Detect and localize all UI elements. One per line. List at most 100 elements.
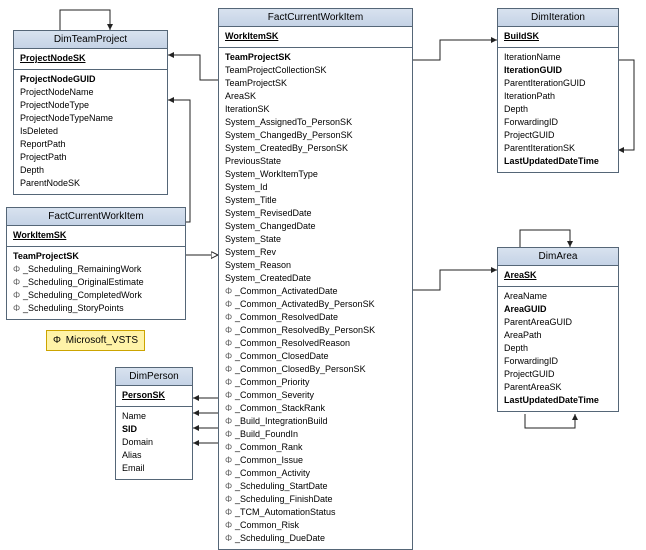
phi-icon: Φ [13,263,23,276]
field: Domain [122,436,186,449]
field-name: ParentIterationSK [504,143,575,153]
field-name: LastUpdatedDateTime [504,395,599,405]
field: Name [122,410,186,423]
field: Φ_Scheduling_CompletedWork [13,289,179,302]
field: Depth [20,164,161,177]
field-name: ProjectNodeTypeName [20,113,113,123]
field: ReportPath [20,138,161,151]
field-name: Email [122,463,145,473]
field: System_Rev [225,246,406,259]
field: TeamProjectSK [225,77,406,90]
field: ProjectGUID [504,368,612,381]
field: System_AssignedTo_PersonSK [225,116,406,129]
field: Φ_Scheduling_StartDate [225,480,406,493]
field: Φ_Common_Priority [225,376,406,389]
field: Φ_Build_IntegrationBuild [225,415,406,428]
pk-section: AreaSK [498,266,618,287]
field-name: ParentIterationGUID [504,78,586,88]
field-name: ParentAreaGUID [504,317,572,327]
phi-icon: Φ [225,441,235,454]
field-name: SID [122,424,137,434]
fields-section: AreaNameAreaGUIDParentAreaGUIDAreaPathDe… [498,287,618,411]
field: System_ChangedDate [225,220,406,233]
field: AreaSK [225,90,406,103]
field-name: Depth [20,165,44,175]
field: Φ_Common_StackRank [225,402,406,415]
field-name: Domain [122,437,153,447]
field: Φ_Common_Risk [225,519,406,532]
field: Φ_Common_Severity [225,389,406,402]
field-name: AreaName [504,291,547,301]
field-name: _Build_FoundIn [235,429,298,439]
entity-dim-area: DimArea AreaSK AreaNameAreaGUIDParentAre… [497,247,619,412]
phi-icon: Φ [225,298,235,311]
fields-section: TeamProjectSKΦ_Scheduling_RemainingWorkΦ… [7,247,185,319]
fields-section: IterationNameIterationGUIDParentIteratio… [498,48,618,172]
field-name: ParentNodeSK [20,178,80,188]
field: Φ_Build_FoundIn [225,428,406,441]
field-name: ParentAreaSK [504,382,562,392]
phi-icon: Φ [13,289,23,302]
er-diagram: DimTeamProject ProjectNodeSK ProjectNode… [0,0,646,540]
field: LastUpdatedDateTime [504,394,612,407]
field: System_ChangedBy_PersonSK [225,129,406,142]
field: Φ_Common_ActivatedDate [225,285,406,298]
field: LastUpdatedDateTime [504,155,612,168]
field: Φ_Common_ClosedDate [225,350,406,363]
pk-field: ProjectNodeSK [20,52,161,65]
field: AreaName [504,290,612,303]
field-name: System_WorkItemType [225,169,318,179]
field-name: System_CreatedDate [225,273,311,283]
field-name: ProjectGUID [504,369,555,379]
field: Φ_Common_ResolvedReason [225,337,406,350]
field-name: _Common_ClosedBy_PersonSK [235,364,366,374]
field-name: _Common_ClosedDate [235,351,329,361]
field-name: _Common_ResolvedBy_PersonSK [235,325,375,335]
phi-symbol: Φ [53,335,63,346]
field-name: System_ChangedBy_PersonSK [225,130,353,140]
field: ForwardingID [504,355,612,368]
field-name: _Common_Priority [235,377,310,387]
pk-field: WorkItemSK [13,229,179,242]
pk-section: ProjectNodeSK [14,49,167,70]
phi-icon: Φ [225,454,235,467]
field-name: _Common_ResolvedReason [235,338,350,348]
field-name: System_Reason [225,260,291,270]
pk-field: AreaSK [504,269,612,282]
field: IsDeleted [20,125,161,138]
entity-header: DimArea [498,248,618,266]
phi-icon: Φ [225,324,235,337]
field: System_CreatedBy_PersonSK [225,142,406,155]
phi-icon: Φ [225,285,235,298]
pk-section: WorkItemSK [7,226,185,247]
field: Φ_Scheduling_FinishDate [225,493,406,506]
field-name: ProjectPath [20,152,67,162]
field: AreaPath [504,329,612,342]
field: System_CreatedDate [225,272,406,285]
field-name: Name [122,411,146,421]
phi-icon: Φ [225,493,235,506]
field-name: _Build_IntegrationBuild [235,416,328,426]
entity-dim-person: DimPerson PersonSK NameSIDDomainAliasEma… [115,367,193,480]
field-name: AreaSK [225,91,256,101]
field: Φ_Scheduling_OriginalEstimate [13,276,179,289]
phi-icon: Φ [13,302,23,315]
field-name: _Common_Rank [235,442,303,452]
field: Φ_Common_ResolvedDate [225,311,406,324]
phi-icon: Φ [225,402,235,415]
field: Φ_Common_ClosedBy_PersonSK [225,363,406,376]
phi-icon: Φ [225,506,235,519]
field: Φ_Scheduling_RemainingWork [13,263,179,276]
fields-section: ProjectNodeGUIDProjectNodeNameProjectNod… [14,70,167,194]
phi-icon: Φ [225,532,235,545]
field-name: IterationGUID [504,65,562,75]
field: Alias [122,449,186,462]
field: Φ_Scheduling_DueDate [225,532,406,545]
field: IterationPath [504,90,612,103]
entity-header: FactCurrentWorkItem [219,9,412,27]
field: TeamProjectCollectionSK [225,64,406,77]
field: ProjectNodeGUID [20,73,161,86]
field-name: IterationPath [504,91,555,101]
entity-dim-iteration: DimIteration BuildSK IterationNameIterat… [497,8,619,173]
pk-field: BuildSK [504,30,612,43]
